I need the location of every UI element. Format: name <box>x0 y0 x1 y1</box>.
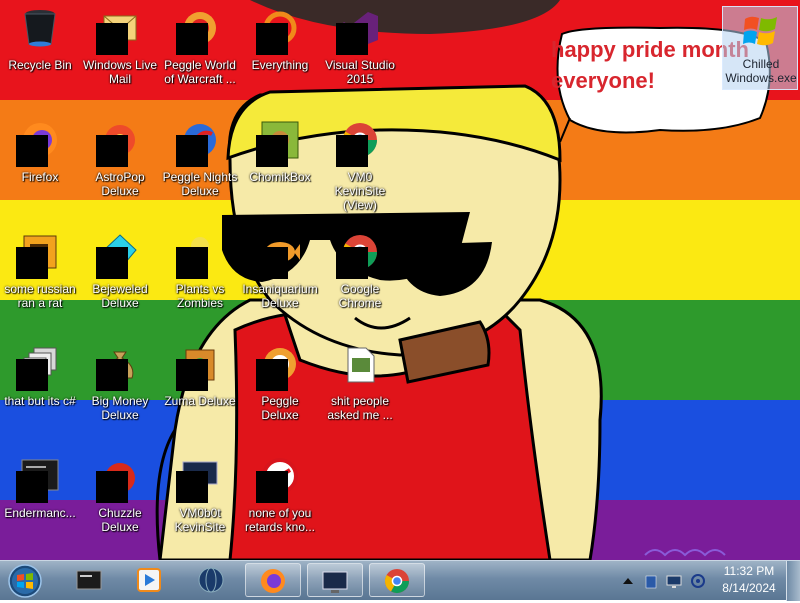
desktop-icon-astropop-deluxe[interactable]: AstroPop Deluxe <box>80 112 160 220</box>
desktop-icon-peggle-deluxe[interactable]: Peggle Deluxe <box>240 336 320 444</box>
desktop-icon-label: Peggle Nights Deluxe <box>162 170 238 198</box>
taskbar-button-globe[interactable] <box>184 563 240 597</box>
desktop-icon-label: ChomikBox <box>249 170 311 184</box>
desktop-icon-plants-vs-zombies[interactable]: Plants vs Zombies <box>160 224 240 332</box>
redaction-box <box>256 471 288 503</box>
desktop-icon-that-but-its-csharp[interactable]: that but its c# <box>0 336 80 444</box>
desktop-icon-label: VM0 KevinSite (View) <box>334 170 386 212</box>
redaction-box <box>176 359 208 391</box>
desktop-icon-visual-studio-2015[interactable]: Visual Studio 2015 <box>320 0 400 108</box>
desktop-icon-label: none of you retards kno... <box>244 506 316 534</box>
desktop-icon-peggle-world-of-warcraft[interactable]: Peggle World of Warcraft ... <box>160 0 240 108</box>
desktop-icon-recycle-bin[interactable]: Recycle Bin <box>0 0 80 108</box>
clock-date: 8/14/2024 <box>722 581 776 595</box>
desktop-icon-label: some russian ran a rat <box>4 282 76 310</box>
windows-flag-icon <box>741 11 781 51</box>
desktop-icon-insaniquarium-deluxe[interactable]: Insaniquarium Deluxe <box>240 224 320 332</box>
taskbar-button-firefox[interactable] <box>245 563 301 597</box>
taskbar-button-chrome[interactable] <box>369 563 425 597</box>
chrome-icon <box>384 569 409 594</box>
taskbar-clock[interactable]: 11:32 PM 8/14/2024 <box>700 563 798 597</box>
desktop-icon-chomikbox[interactable]: ChomikBox <box>240 112 320 220</box>
redaction-box <box>336 135 368 167</box>
globe-icon <box>198 567 224 593</box>
redaction-box <box>176 135 208 167</box>
desktop-icon-label: Recycle Bin <box>8 58 72 72</box>
desktop-icon-label: VM0b0t KevinSite <box>174 506 226 534</box>
desktop-icon-endermanch[interactable]: Endermanc... <box>0 448 80 556</box>
redaction-box <box>176 247 208 279</box>
desktop-icon-firefox[interactable]: Firefox <box>0 112 80 220</box>
desktop-icon-label: shit people asked me ... <box>327 394 393 422</box>
desktop-icon-label: Windows Live Mail <box>82 58 158 86</box>
desktop-icon-shit-people-asked-me[interactable]: shit people asked me ... <box>320 336 400 444</box>
desktop-icon-label: Insaniquarium Deluxe <box>242 282 318 310</box>
desktop-icon-label: that but its c# <box>4 394 76 408</box>
terminal-icon <box>76 570 102 590</box>
monitor-icon <box>322 571 348 593</box>
desktop-icon-some-russian-ran-a-rat[interactable]: some russian ran a rat <box>0 224 80 332</box>
desktop-icon-google-chrome[interactable]: Google Chrome <box>320 224 400 332</box>
desktop-icon-windows-live-mail[interactable]: Windows Live Mail <box>80 0 160 108</box>
redaction-box <box>96 23 128 55</box>
desktop-icon-label: Big Money Deluxe <box>91 394 149 422</box>
taskbar-button-monitor[interactable] <box>307 563 363 597</box>
desktop-icon-label: Chuzzle Deluxe <box>98 506 142 534</box>
redaction-box <box>96 247 128 279</box>
redaction-box <box>256 359 288 391</box>
redaction-box <box>176 471 208 503</box>
desktop-icon-label: Chilled Windows.exe <box>725 57 797 85</box>
desktop-icon-label: AstroPop Deluxe <box>95 170 145 198</box>
desktop-icon-chuzzle-deluxe[interactable]: Chuzzle Deluxe <box>80 448 160 556</box>
start-button[interactable] <box>4 563 46 599</box>
redaction-box <box>256 135 288 167</box>
desktop-icon-bejeweled-deluxe[interactable]: Bejeweled Deluxe <box>80 224 160 332</box>
desktop-icon-label: Plants vs Zombies <box>175 282 225 310</box>
desktop-icon-zuma-deluxe[interactable]: Zuma Deluxe <box>160 336 240 444</box>
desktop-icon-label: Bejeweled Deluxe <box>92 282 148 310</box>
desktop-icon-none-of-you[interactable]: none of you retards kno... <box>240 448 320 556</box>
desktop-icon-vm0b0t-kevinsite[interactable]: VM0b0t KevinSite <box>160 448 240 556</box>
redaction-box <box>16 135 48 167</box>
desktop-icon-label: Everything <box>251 58 309 72</box>
desktop-icon-vm0-kevinsite-view[interactable]: VM0 KevinSite (View) <box>320 112 400 220</box>
redaction-box <box>16 359 48 391</box>
redaction-box <box>16 471 48 503</box>
desktop-icon-chilled-windows[interactable]: Chilled Windows.exe <box>722 6 798 90</box>
desktop-icon-label: Google Chrome <box>338 282 382 310</box>
document-icon <box>340 344 380 384</box>
desktop-icon-label: Zuma Deluxe <box>164 394 236 408</box>
redaction-box <box>176 23 208 55</box>
desktop-icon-peggle-nights-deluxe[interactable]: Peggle Nights Deluxe <box>160 112 240 220</box>
firefox-icon <box>261 569 285 593</box>
redaction-box <box>96 471 128 503</box>
show-hidden-icon[interactable] <box>620 573 636 589</box>
taskbar-button-media-player[interactable] <box>122 563 178 597</box>
redaction-box <box>16 247 48 279</box>
media-player-icon <box>137 568 161 592</box>
redaction-box <box>336 247 368 279</box>
show-desktop-button[interactable] <box>786 561 800 601</box>
windows-orb-icon <box>8 564 42 598</box>
desktop-icon-big-money-deluxe[interactable]: Big Money Deluxe <box>80 336 160 444</box>
redaction-box <box>96 359 128 391</box>
clock-time: 11:32 PM <box>723 564 775 578</box>
desktop-icon-everything[interactable]: Everything <box>240 0 320 108</box>
desktop-icon-label: Visual Studio 2015 <box>325 58 395 86</box>
network-icon[interactable] <box>644 573 660 589</box>
desktop-icon-label: Peggle Deluxe <box>261 394 299 422</box>
recycle-bin-icon <box>20 8 60 48</box>
redaction-box <box>256 247 288 279</box>
display-icon[interactable] <box>666 573 682 589</box>
taskbar: 11:32 PM 8/14/2024 <box>0 560 800 601</box>
desktop-icon-label: Firefox <box>21 170 59 184</box>
redaction-box <box>336 23 368 55</box>
taskbar-button-terminal[interactable] <box>62 563 118 597</box>
redaction-box <box>96 135 128 167</box>
desktop-icon-label: Peggle World of Warcraft ... <box>164 58 236 86</box>
redaction-box <box>256 23 288 55</box>
desktop-icon-label: Endermanc... <box>4 506 76 520</box>
